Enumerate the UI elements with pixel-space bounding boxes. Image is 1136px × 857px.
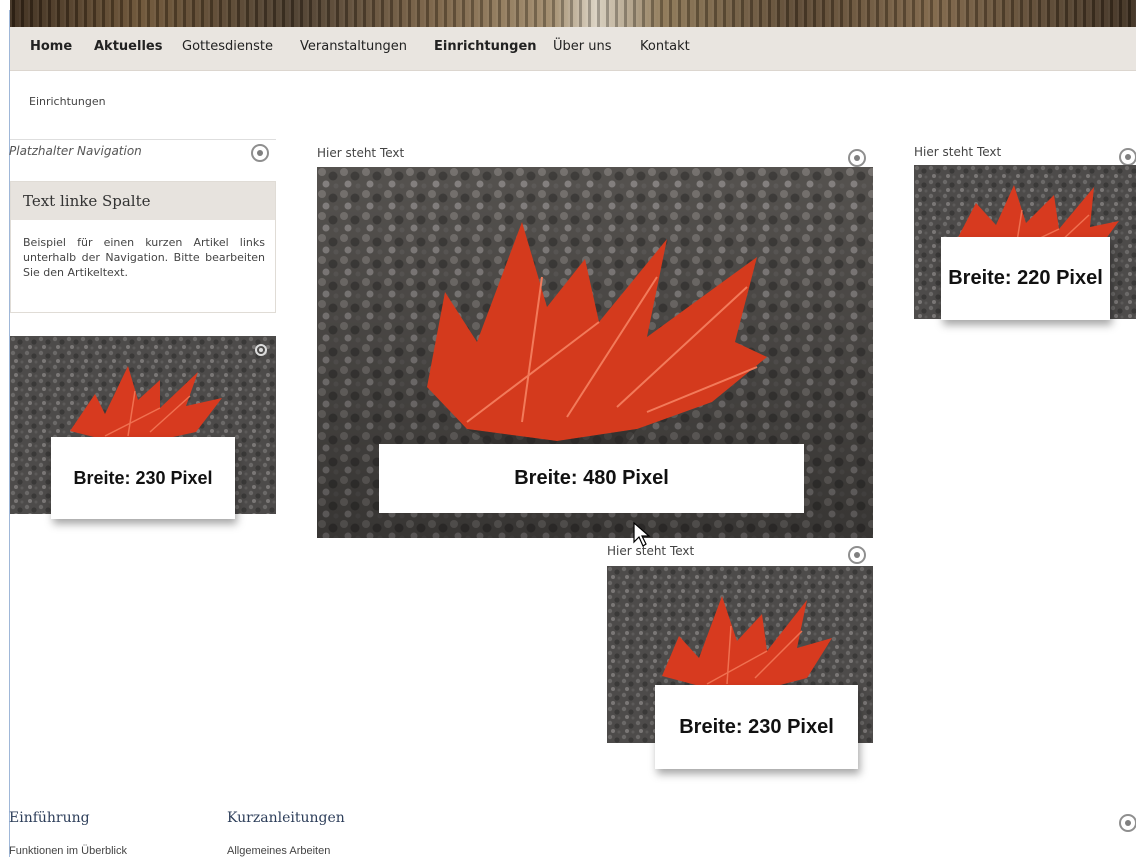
- placeholder-navigation: Platzhalter Navigation: [9, 144, 142, 158]
- settings-icon[interactable]: [255, 344, 267, 356]
- page: Home Aktuelles Gottesdienste Veranstaltu…: [0, 0, 1136, 857]
- left-article-box: Text linke Spalte Beispiel für einen kur…: [10, 181, 276, 313]
- nav-item-ueber-uns[interactable]: Über uns: [553, 39, 612, 54]
- nav-item-einrichtungen[interactable]: Einrichtungen: [434, 39, 537, 54]
- image-width-label: Breite: 220 Pixel: [941, 237, 1110, 320]
- footer-heading: Einführung: [9, 810, 90, 826]
- footer-heading: Kurzanleitungen: [227, 810, 345, 826]
- lower-caption: Hier steht Text: [607, 544, 695, 558]
- settings-icon[interactable]: [251, 144, 269, 162]
- image-width-label: Breite: 480 Pixel: [379, 444, 804, 513]
- nav-item-veranstaltungen[interactable]: Veranstaltungen: [300, 39, 407, 54]
- nav-item-gottesdienste[interactable]: Gottesdienste: [182, 39, 273, 54]
- right-caption: Hier steht Text: [914, 145, 1002, 159]
- footer-link[interactable]: Allgemeines Arbeiten: [227, 845, 330, 857]
- left-article-text: Beispiel für einen kurzen Artikel links …: [23, 236, 265, 279]
- image-width-label: Breite: 230 Pixel: [51, 437, 235, 519]
- main-caption: Hier steht Text: [317, 146, 405, 160]
- image-width-label: Breite: 230 Pixel: [655, 685, 858, 769]
- nav-item-aktuelles[interactable]: Aktuelles: [94, 39, 162, 54]
- footer-link[interactable]: Funktionen im Überblick: [9, 845, 127, 857]
- settings-icon[interactable]: [848, 546, 866, 564]
- nav-item-home[interactable]: Home: [30, 39, 72, 54]
- nav-item-kontakt[interactable]: Kontakt: [640, 39, 690, 54]
- breadcrumb[interactable]: Einrichtungen: [29, 95, 106, 108]
- divider: [10, 139, 276, 140]
- main-navigation: Home Aktuelles Gottesdienste Veranstaltu…: [10, 27, 1136, 71]
- header-banner-image: [10, 0, 1136, 27]
- left-article-title: Text linke Spalte: [11, 182, 275, 220]
- settings-icon[interactable]: [848, 149, 866, 167]
- settings-icon[interactable]: [1119, 148, 1136, 166]
- settings-icon[interactable]: [1119, 814, 1136, 832]
